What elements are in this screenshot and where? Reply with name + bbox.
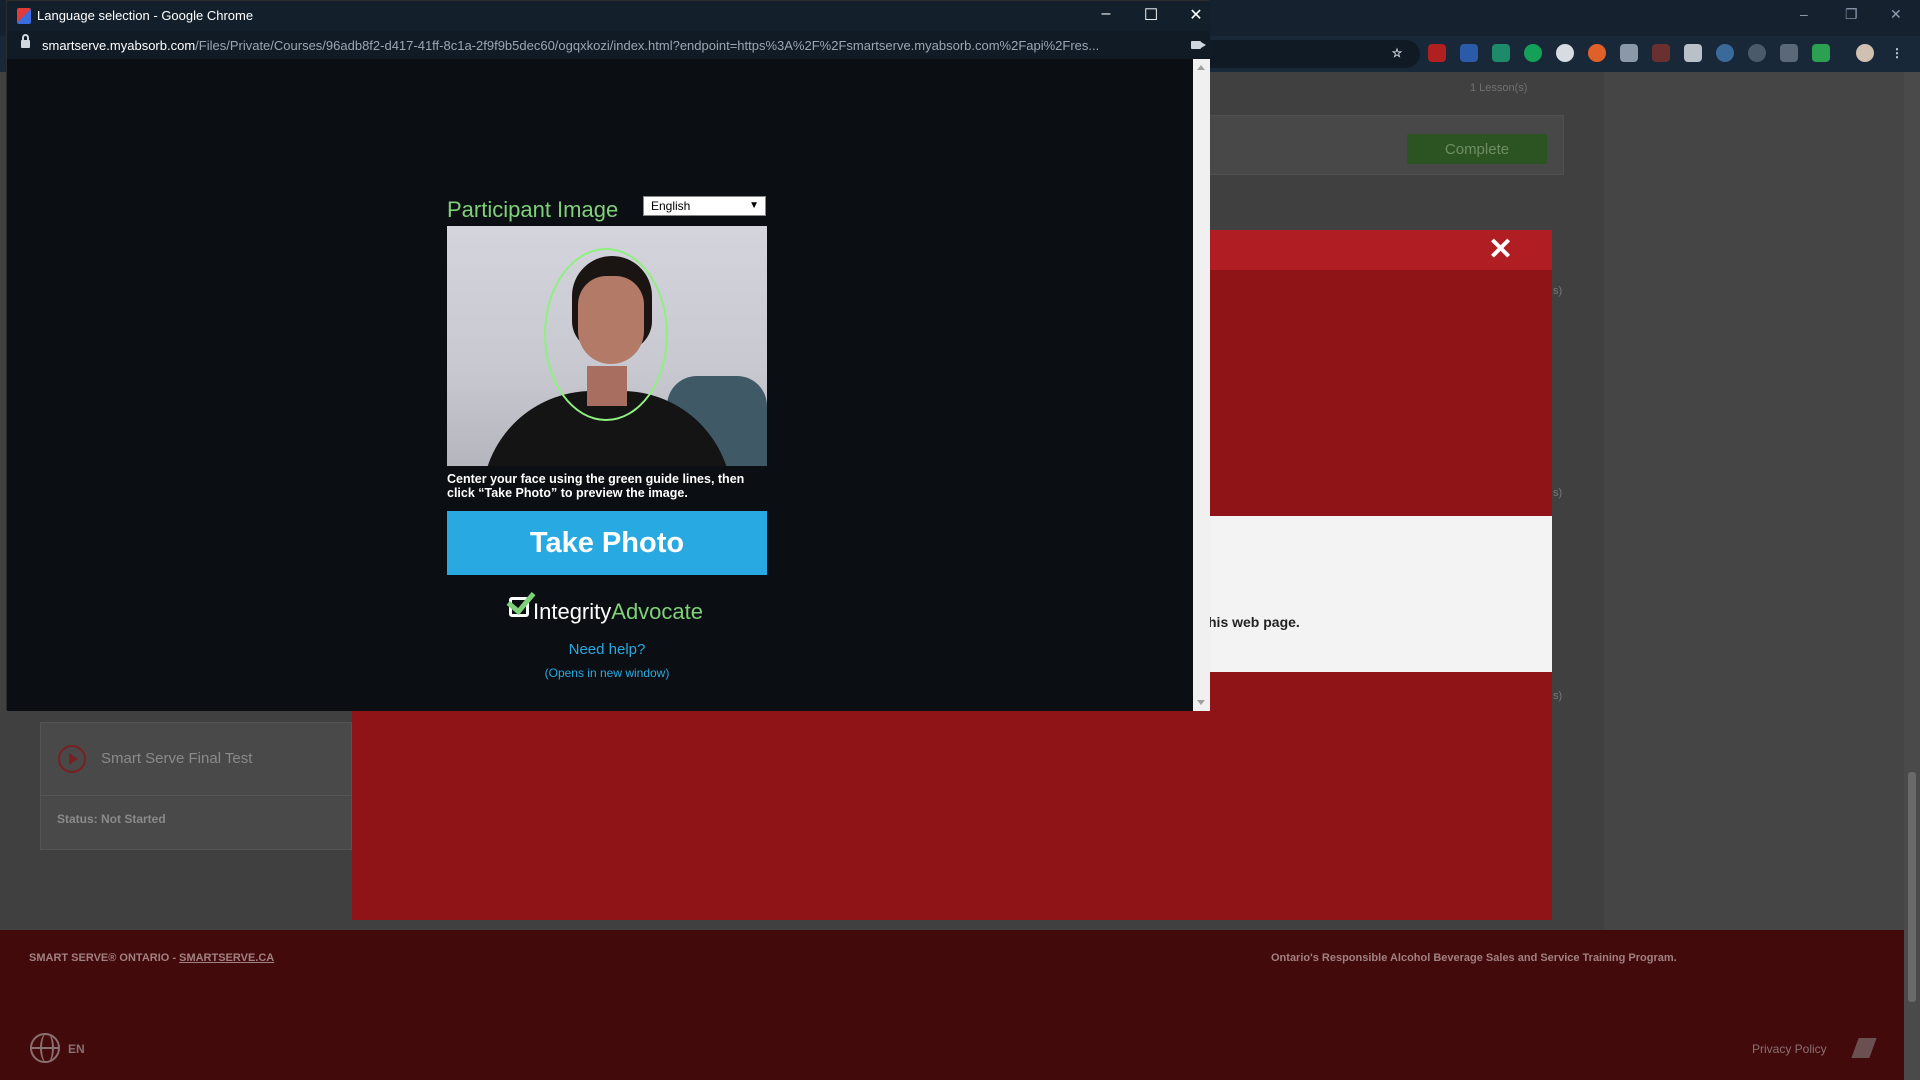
background-address-bar[interactable] [1190, 40, 1420, 68]
bg-minimize-button[interactable]: – [1800, 6, 1808, 22]
background-scrollbar[interactable] [1904, 72, 1920, 1080]
integrity-advocate-logo: IntegrityAdvocate [506, 584, 717, 627]
close-icon[interactable]: ✕ [1488, 232, 1513, 267]
final-test-card[interactable] [40, 722, 352, 850]
participant-image-label: Participant Image [447, 197, 619, 222]
footer-brand-text: SMART SERVE® ONTARIO - [29, 952, 180, 964]
side-marker: s) [1553, 285, 1563, 297]
need-help-link[interactable]: Need help? [447, 641, 767, 658]
menu-kebab-icon[interactable]: ⋮ [1888, 44, 1906, 62]
popup-minimize-button[interactable]: – [1091, 5, 1121, 23]
popup-scrollbar[interactable] [1193, 59, 1210, 711]
globe-icon[interactable] [30, 1033, 60, 1063]
launch-message-text: his web page. [1208, 614, 1300, 630]
camera-preview [447, 226, 767, 466]
profile-avatar[interactable] [1856, 44, 1874, 62]
background-scroll-thumb[interactable] [1908, 772, 1916, 1002]
extension-icon-12[interactable] [1780, 44, 1798, 62]
popup-close-button[interactable]: ✕ [1181, 5, 1211, 25]
scroll-down-arrow-icon[interactable] [1197, 700, 1205, 705]
footer-brand: SMART SERVE® ONTARIO - SMARTSERVE.CA [29, 952, 274, 964]
extension-icon-7[interactable] [1620, 44, 1638, 62]
final-test-status: Status: Not Started [57, 812, 166, 826]
side-marker: s) [1553, 487, 1563, 499]
play-icon[interactable] [58, 745, 86, 773]
bg-restore-button[interactable]: ❐ [1845, 6, 1858, 23]
side-marker: s) [1553, 690, 1563, 702]
divider [40, 795, 352, 796]
language-select[interactable]: English ▼ [643, 196, 766, 216]
complete-button[interactable]: Complete [1407, 134, 1547, 164]
opens-new-window-note[interactable]: (Opens in new window) [447, 666, 767, 680]
popup-window: Language selection - Google Chrome – ☐ ✕… [6, 0, 1210, 711]
extension-icon-11[interactable] [1748, 44, 1766, 62]
bg-close-button[interactable]: ✕ [1890, 6, 1902, 23]
language-code[interactable]: EN [68, 1042, 85, 1056]
grammarly-icon[interactable] [1524, 44, 1542, 62]
lessons-count: 1 Lesson(s) [1470, 82, 1528, 94]
logo-text-integrity: Integrity [533, 599, 612, 624]
photo-instructions: Center your face using the green guide l… [447, 472, 745, 500]
extension-icon-8[interactable] [1652, 44, 1670, 62]
take-photo-button[interactable]: Take Photo [447, 511, 767, 575]
face-guide-oval [544, 248, 668, 421]
extension-icon-6[interactable] [1588, 44, 1606, 62]
extension-icon-10[interactable] [1716, 44, 1734, 62]
bookmark-star-icon[interactable]: ☆ [1388, 44, 1406, 62]
language-select-value: English [651, 199, 691, 213]
lock-icon[interactable] [21, 34, 30, 48]
popup-content: Participant Image English ▼ Center your … [7, 59, 1193, 711]
privacy-policy-link[interactable]: Privacy Policy [1752, 1042, 1827, 1056]
popup-url[interactable]: smartserve.myabsorb.com/Files/Private/Co… [42, 38, 1172, 53]
extension-icon-5[interactable] [1556, 44, 1574, 62]
background-right-column [1604, 72, 1904, 930]
scroll-up-arrow-icon[interactable] [1197, 65, 1205, 70]
app-icon [17, 8, 31, 24]
logo-text: IntegrityAdvocate [533, 599, 703, 625]
popup-maximize-button[interactable]: ☐ [1136, 5, 1166, 25]
url-host: smartserve.myabsorb.com [42, 38, 196, 53]
dropdown-arrow-icon: ▼ [749, 200, 759, 211]
extension-icon-9[interactable] [1684, 44, 1702, 62]
footer-tagline: Ontario's Responsible Alcohol Beverage S… [1271, 952, 1677, 964]
url-path: /Files/Private/Courses/96adb8f2-d417-41f… [195, 38, 1100, 53]
logo-text-advocate: Advocate [611, 599, 703, 624]
camera-in-use-icon[interactable] [1191, 41, 1206, 49]
final-test-title[interactable]: Smart Serve Final Test [101, 750, 252, 767]
extension-icon-3[interactable] [1492, 44, 1510, 62]
footer-site-link[interactable]: SMARTSERVE.CA [179, 952, 274, 964]
popup-titlebar[interactable]: Language selection - Google Chrome – ☐ ✕ [7, 1, 1210, 31]
extension-icon-1[interactable] [1428, 44, 1446, 62]
extension-icon-2[interactable] [1460, 44, 1478, 62]
popup-title: Language selection - Google Chrome [37, 8, 254, 23]
extension-shield-icon[interactable] [1812, 44, 1830, 62]
launch-message-box [1200, 516, 1552, 672]
